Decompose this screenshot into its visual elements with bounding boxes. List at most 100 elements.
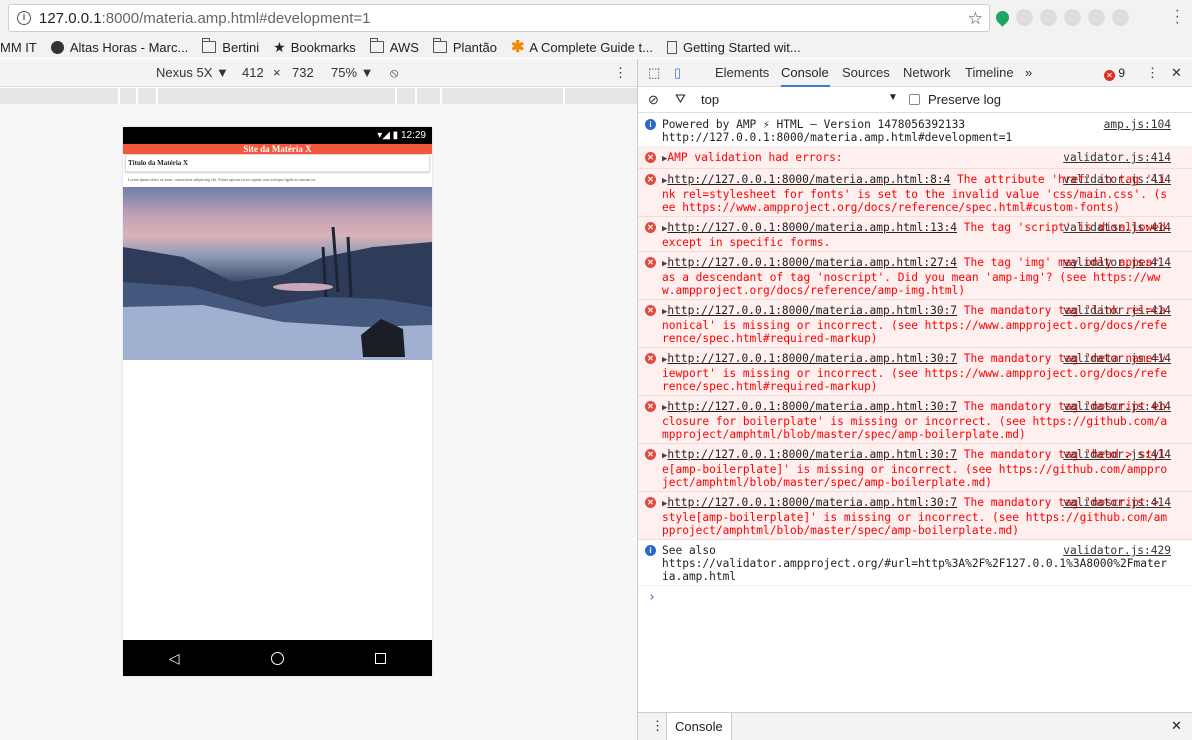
message-source-link[interactable]: validator.js:414	[1063, 221, 1171, 234]
console-info-message[interactable]: i validator.js:429 See also https://valida…	[638, 540, 1192, 586]
extension-icon[interactable]	[1112, 9, 1129, 26]
bookmark-item[interactable]: Getting Started wit...	[666, 40, 801, 55]
info-icon: i	[645, 545, 656, 556]
message-source-link[interactable]: validator.js:429	[1063, 544, 1171, 557]
media-query-ruler[interactable]	[0, 88, 637, 104]
bookmark-item[interactable]: MM IT	[0, 40, 37, 55]
error-icon: ✕	[645, 449, 656, 460]
console-messages: i amp.js:104 Powered by AMP ⚡ HTML – Versi…	[638, 114, 1192, 712]
zoom-select[interactable]: 75% ▼	[331, 65, 374, 80]
extension-icon[interactable]	[993, 8, 1012, 27]
extension-icon[interactable]	[1016, 9, 1033, 26]
bookmark-item[interactable]: Altas Horas - Marc...	[50, 40, 188, 55]
browser-menu-icon[interactable]: · · ·	[1175, 3, 1180, 31]
filter-icon[interactable]: ⛛	[675, 91, 686, 107]
bookmark-folder[interactable]: Plantão	[432, 38, 497, 55]
drawer-tab-console[interactable]: Console	[666, 713, 732, 740]
message-source-link[interactable]: validator.js:414	[1063, 173, 1171, 186]
github-icon	[50, 40, 64, 54]
url-text: 127.0.0.1:8000/materia.amp.html#developm…	[39, 10, 370, 27]
devtools-panel: ⬚ ▯ Elements Console Sources Network Tim…	[637, 59, 1192, 740]
message-file-link[interactable]: http://127.0.0.1:8000/materia.amp.html:8…	[667, 173, 950, 186]
message-text: Powered by AMP ⚡ HTML – Version 14780563…	[662, 118, 1013, 144]
console-error-message[interactable]: ✕ validator.js:414 ▶http://127.0.0.1:8000/…	[638, 169, 1192, 217]
bookmarks-bar: MM IT Altas Horas - Marc... Bertini ★ Boo…	[0, 36, 1192, 58]
rotate-icon[interactable]: ⦸	[390, 65, 398, 81]
message-file-link[interactable]: http://127.0.0.1:8000/materia.amp.html:3…	[667, 448, 957, 461]
drawer-menu-icon[interactable]: ⋮	[651, 718, 664, 734]
device-mode-icon[interactable]: ▯	[674, 65, 681, 81]
message-file-link[interactable]: http://127.0.0.1:8000/materia.amp.html:2…	[667, 256, 957, 269]
message-source-link[interactable]: validator.js:414	[1063, 448, 1171, 461]
document-icon	[666, 40, 677, 54]
asterisk-icon: ✱	[510, 39, 525, 56]
preserve-log-checkbox[interactable]	[909, 94, 920, 105]
clear-console-icon[interactable]: ⊘	[648, 92, 659, 108]
device-select[interactable]: Nexus 5X ▼	[156, 65, 229, 80]
article-image	[123, 187, 432, 360]
recents-icon[interactable]	[375, 652, 387, 664]
bookmark-folder[interactable]: ★ Bookmarks	[273, 39, 356, 56]
message-file-link[interactable]: http://127.0.0.1:8000/materia.amp.html:3…	[667, 352, 957, 365]
close-drawer-icon[interactable]: ✕	[1171, 718, 1182, 734]
device-menu-icon[interactable]: ⋮	[614, 65, 627, 81]
console-error-message[interactable]: ✕ validator.js:414 ▶http://127.0.0.1:8000/…	[638, 444, 1192, 492]
message-source-link[interactable]: amp.js:104	[1104, 118, 1171, 131]
device-height-input[interactable]: 732	[292, 65, 314, 80]
device-width-input[interactable]: 412	[242, 65, 264, 80]
phone-clock: 12:29	[400, 130, 426, 141]
console-error-message[interactable]: ✕ validator.js:414 ▶http://127.0.0.1:8000/…	[638, 492, 1192, 540]
message-file-link[interactable]: http://127.0.0.1:8000/materia.amp.html:3…	[667, 400, 957, 413]
console-error-message[interactable]: ✕ validator.js:414 ▶http://127.0.0.1:8000/…	[638, 300, 1192, 348]
console-error-message[interactable]: ✕ validator.js:414 ▶http://127.0.0.1:8000/…	[638, 348, 1192, 396]
error-icon: ✕	[645, 257, 656, 268]
tab-sources[interactable]: Sources	[842, 65, 890, 80]
tab-console[interactable]: Console	[781, 65, 829, 80]
console-error-message[interactable]: ✕ validator.js:414 ▶http://127.0.0.1:8000/…	[638, 217, 1192, 252]
context-dropdown-icon[interactable]: ▼	[888, 92, 898, 103]
tab-timeline[interactable]: Timeline	[965, 65, 1014, 80]
message-source-link[interactable]: validator.js:414	[1063, 496, 1171, 509]
inspect-element-icon[interactable]: ⬚	[648, 65, 660, 81]
console-prompt[interactable]: ›	[638, 586, 1192, 609]
console-error-message[interactable]: ✕ validator.js:414 ▶http://127.0.0.1:8000/…	[638, 252, 1192, 300]
message-source-link[interactable]: validator.js:414	[1063, 352, 1171, 365]
info-icon: i	[645, 119, 656, 130]
back-icon[interactable]: ◁	[169, 650, 180, 667]
device-toolbar: Nexus 5X ▼ 412 × 732 75% ▼ ⦸ ⋮	[0, 59, 637, 87]
message-source-link[interactable]: validator.js:414	[1063, 400, 1171, 413]
extension-icon[interactable]	[1040, 9, 1057, 26]
extension-icon[interactable]	[1064, 9, 1081, 26]
bookmark-folder[interactable]: Bertini	[202, 38, 259, 55]
console-error-message[interactable]: ✕ validator.js:414 ▶http://127.0.0.1:8000/…	[638, 396, 1192, 444]
more-tabs-icon[interactable]: »	[1025, 65, 1032, 80]
extension-icon[interactable]	[1088, 9, 1105, 26]
bookmark-star-icon[interactable]: ☆	[968, 9, 983, 29]
console-error-message[interactable]: ✕ validator.js:414 ▶AMP validation had err…	[638, 147, 1192, 169]
address-bar[interactable]: i 127.0.0.1:8000/materia.amp.html#develo…	[8, 4, 990, 32]
devtools-menu-icon[interactable]: ⋮	[1146, 65, 1159, 81]
message-source-link[interactable]: validator.js:414	[1063, 304, 1171, 317]
close-devtools-icon[interactable]: ✕	[1171, 65, 1182, 81]
error-count-badge[interactable]: ✕ 9	[1104, 66, 1125, 81]
tab-network[interactable]: Network	[903, 65, 951, 80]
emulated-phone: ▾◢ ▮ 12:29 Site da Matéria X Título da M…	[123, 127, 432, 676]
url-path: :8000/materia.amp.html#development=1	[101, 9, 371, 27]
context-select[interactable]: top	[701, 92, 719, 107]
bookmark-item[interactable]: ✱ A Complete Guide t...	[511, 37, 653, 57]
info-icon[interactable]: i	[17, 11, 31, 25]
error-icon: ✕	[645, 353, 656, 364]
console-drawer: ⋮ Console ✕	[638, 712, 1192, 740]
message-file-link[interactable]: http://127.0.0.1:8000/materia.amp.html:3…	[667, 496, 957, 509]
message-file-link[interactable]: http://127.0.0.1:8000/materia.amp.html:1…	[667, 221, 957, 234]
bookmark-folder[interactable]: AWS	[369, 38, 419, 55]
error-icon: ✕	[645, 174, 656, 185]
message-source-link[interactable]: validator.js:414	[1063, 151, 1171, 164]
error-icon: ✕	[645, 152, 656, 163]
home-icon[interactable]	[270, 651, 284, 665]
message-source-link[interactable]: validator.js:414	[1063, 256, 1171, 269]
console-info-message[interactable]: i amp.js:104 Powered by AMP ⚡ HTML – Versi…	[638, 114, 1192, 147]
phone-status-bar: ▾◢ ▮ 12:29	[123, 127, 432, 144]
message-file-link[interactable]: http://127.0.0.1:8000/materia.amp.html:3…	[667, 304, 957, 317]
tab-elements[interactable]: Elements	[715, 65, 769, 80]
